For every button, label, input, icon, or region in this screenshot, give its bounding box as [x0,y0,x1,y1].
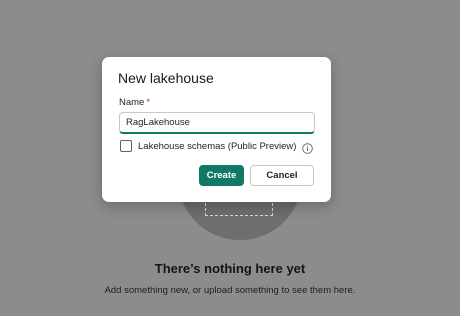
schemas-checkbox[interactable] [120,140,132,152]
new-lakehouse-dialog: New lakehouse Name* Lakehouse schemas (P… [102,57,331,202]
cancel-button[interactable]: Cancel [250,165,314,186]
name-input[interactable] [119,112,315,134]
name-field-label: Name * [119,97,150,108]
empty-state-title: There’s nothing here yet [154,261,306,276]
info-icon[interactable] [302,141,314,154]
create-button[interactable]: Create [199,165,244,186]
name-label-text: Name [119,97,145,108]
schemas-checkbox-label[interactable]: Lakehouse schemas (Public Preview) [138,141,296,152]
empty-state-subtitle: Add something new, or upload something t… [104,285,356,296]
dialog-title: New lakehouse [118,70,214,86]
schemas-checkbox-row: Lakehouse schemas (Public Preview) [120,139,314,154]
required-asterisk: * [146,97,151,108]
